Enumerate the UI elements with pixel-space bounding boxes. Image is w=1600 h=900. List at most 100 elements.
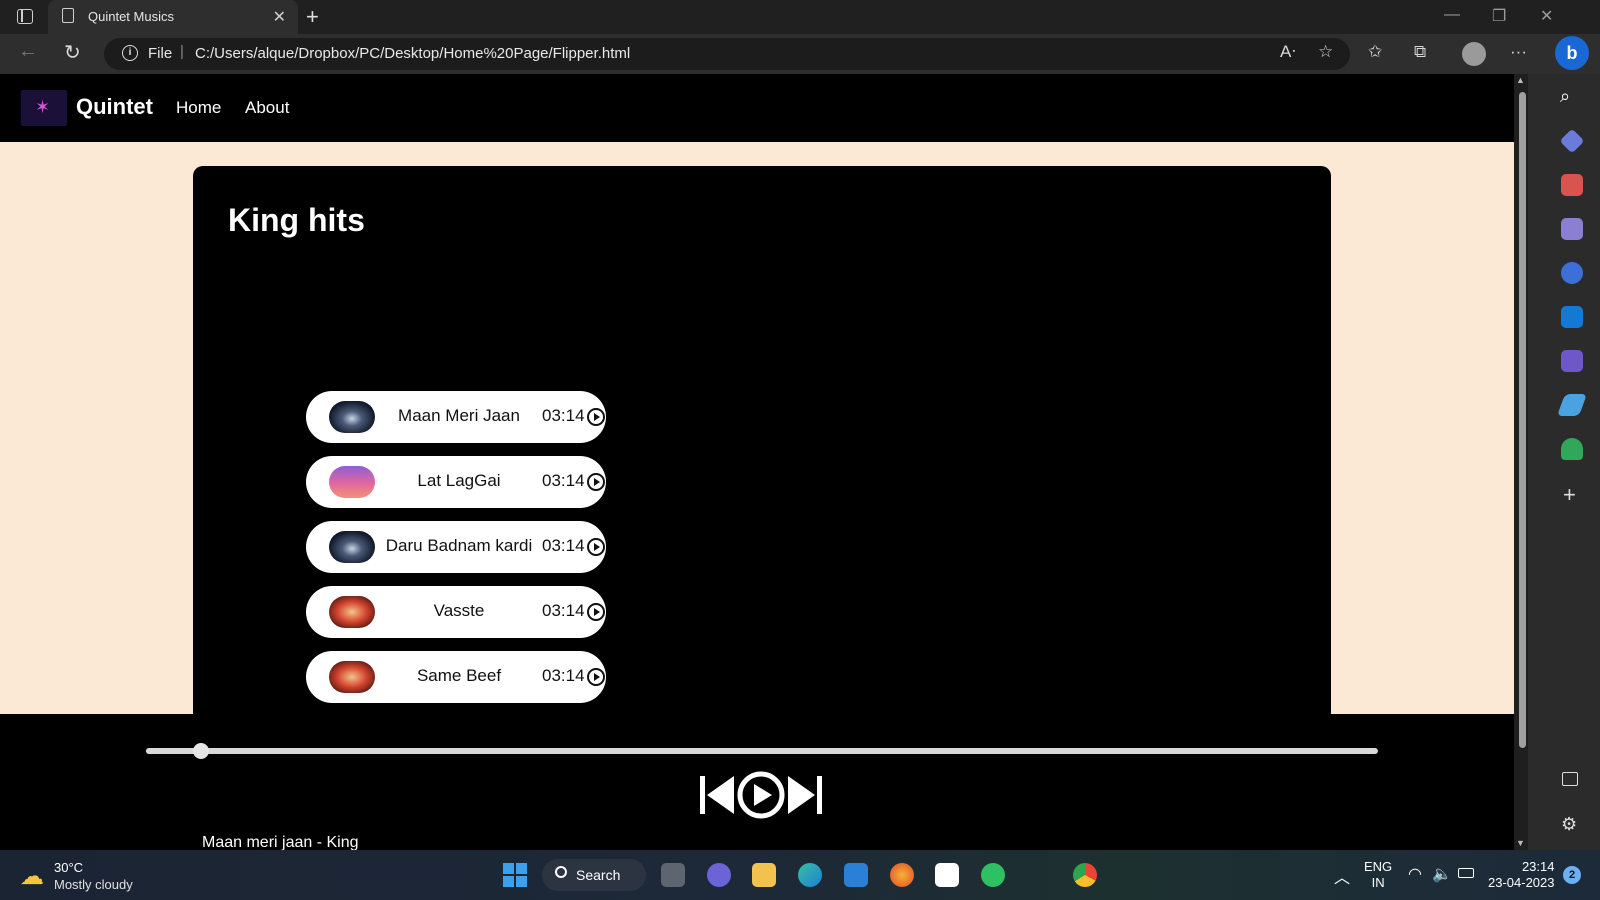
song-name: Vasste: [433, 601, 485, 620]
office-icon[interactable]: [1561, 262, 1583, 284]
song-item[interactable]: Daru Badnam kardi 03:14: [306, 521, 606, 573]
file-explorer-icon[interactable]: [752, 863, 776, 887]
play-circle-icon[interactable]: [587, 538, 605, 556]
language-code: ENG: [1364, 859, 1393, 874]
games-icon[interactable]: [1561, 218, 1583, 240]
amazon-icon[interactable]: [935, 863, 959, 887]
nav-about[interactable]: About: [245, 98, 289, 118]
scroll-down-icon[interactable]: ▼: [1516, 838, 1525, 848]
logo-icon[interactable]: [21, 90, 67, 126]
designer-icon[interactable]: [1561, 350, 1583, 372]
more-options-icon[interactable]: ···: [1510, 42, 1527, 62]
task-view-icon[interactable]: [661, 863, 685, 887]
new-tab-icon[interactable]: +: [306, 4, 319, 30]
scrollbar-thumb[interactable]: [1519, 92, 1526, 748]
refresh-icon[interactable]: ↻: [64, 40, 81, 65]
weather-cloud-icon[interactable]: ☁: [20, 862, 44, 891]
site-info-icon[interactable]: i: [122, 45, 138, 61]
taskbar-search[interactable]: Search: [542, 859, 646, 891]
url-text[interactable]: C:/Users/alque/Dropbox/PC/Desktop/Home%2…: [195, 45, 630, 62]
browser-tab[interactable]: Quintet Musics ✕: [48, 0, 298, 34]
profile-avatar[interactable]: [1462, 42, 1486, 66]
input-language[interactable]: ENG IN: [1364, 859, 1392, 891]
play-circle-icon[interactable]: [587, 408, 605, 426]
play-circle-icon[interactable]: [587, 473, 605, 491]
previous-icon[interactable]: [700, 776, 734, 814]
brand-name[interactable]: Quintet: [76, 94, 153, 120]
web-page: Quintet Home About King hits Maan Meri J…: [0, 74, 1514, 850]
song-item[interactable]: Lat LagGai 03:14: [306, 456, 606, 508]
minimize-icon[interactable]: —: [1444, 6, 1460, 24]
favorites-icon[interactable]: ✩: [1368, 42, 1382, 62]
start-icon[interactable]: [503, 863, 527, 887]
tab-title: Quintet Musics: [88, 9, 174, 24]
chrome-icon[interactable]: [1073, 863, 1097, 887]
edge-icon[interactable]: [798, 863, 822, 887]
outlook-icon[interactable]: [1561, 306, 1583, 328]
whatsapp-icon[interactable]: [981, 863, 1005, 887]
song-duration: 03:14: [542, 601, 585, 620]
tree-icon[interactable]: [1561, 438, 1583, 460]
system-clock[interactable]: 23:14 23-04-2023: [1488, 859, 1555, 891]
address-bar[interactable]: i File | C:/Users/alque/Dropbox/PC/Deskt…: [104, 38, 1350, 70]
weather-description[interactable]: Mostly cloudy: [54, 877, 133, 892]
play-circle-icon[interactable]: [587, 603, 605, 621]
firefox-icon[interactable]: [890, 863, 914, 887]
song-duration: 03:14: [542, 536, 585, 555]
song-item[interactable]: Vasste 03:14: [306, 586, 606, 638]
store-icon[interactable]: [844, 863, 868, 887]
nav-home[interactable]: Home: [176, 98, 221, 118]
song-thumbnail: [329, 596, 375, 628]
sidebar-settings-icon[interactable]: ⚙: [1561, 814, 1577, 835]
restore-icon[interactable]: ❐: [1492, 6, 1506, 26]
tab-actions-icon[interactable]: [17, 9, 33, 24]
teams-chat-icon[interactable]: [707, 863, 731, 887]
site-navbar: Quintet Home About: [0, 74, 1514, 142]
collections-icon[interactable]: ⧉: [1414, 42, 1426, 62]
song-name: Lat LagGai: [417, 471, 501, 490]
search-icon: [555, 866, 567, 878]
song-item[interactable]: Same Beef 03:14: [306, 651, 606, 703]
play-circle-icon[interactable]: [587, 668, 605, 686]
back-icon[interactable]: ←: [18, 40, 38, 63]
song-duration: 03:14: [542, 666, 585, 685]
song-thumbnail: [329, 661, 375, 693]
show-hidden-icons-icon[interactable]: ︿: [1334, 864, 1350, 888]
close-window-icon[interactable]: ✕: [1540, 6, 1553, 26]
bing-icon[interactable]: b: [1555, 36, 1589, 70]
scroll-up-icon[interactable]: ▲: [1516, 75, 1525, 85]
hide-sidebar-icon[interactable]: [1562, 772, 1578, 786]
songs-card: King hits Maan Meri Jaan 03:14 Lat LagGa…: [193, 166, 1331, 726]
taskbar: ☁ 30°C Mostly cloudy Search ︿ ENG IN ◠ 🔈…: [0, 850, 1600, 900]
song-thumbnail: [329, 466, 375, 498]
progress-track[interactable]: [146, 743, 1378, 759]
song-thumbnail: [329, 401, 375, 433]
add-favorite-icon[interactable]: ☆: [1318, 42, 1333, 62]
now-playing-text: Maan meri jaan - King: [202, 834, 359, 850]
url-separator: |: [180, 43, 184, 60]
read-aloud-icon[interactable]: Aᐧ: [1280, 42, 1296, 62]
tools-icon[interactable]: [1561, 174, 1583, 196]
weather-temperature[interactable]: 30°C: [54, 860, 83, 875]
page-icon: [62, 8, 74, 23]
song-duration: 03:14: [542, 406, 585, 425]
wifi-icon[interactable]: ◠: [1408, 864, 1422, 884]
song-thumbnail: [329, 531, 375, 563]
song-name: Daru Badnam kardi: [385, 536, 533, 555]
notification-badge[interactable]: 2: [1563, 866, 1581, 884]
battery-icon[interactable]: [1458, 868, 1474, 878]
url-scheme: File: [148, 45, 173, 62]
card-title: King hits: [228, 202, 365, 238]
sidebar-search-icon[interactable]: ⌕: [1560, 86, 1570, 107]
tab-close-icon[interactable]: ✕: [273, 7, 286, 27]
song-name: Same Beef: [416, 666, 502, 685]
song-item[interactable]: Maan Meri Jaan 03:14: [306, 391, 606, 443]
next-icon[interactable]: [788, 776, 822, 814]
volume-icon[interactable]: 🔈: [1432, 864, 1452, 884]
search-label: Search: [576, 867, 621, 883]
clock-date: 23-04-2023: [1488, 875, 1555, 890]
music-player-bar: Maan meri jaan - King: [0, 714, 1514, 850]
add-sidebar-app-icon[interactable]: +: [1563, 482, 1576, 508]
progress-knob[interactable]: [193, 743, 210, 759]
play-icon[interactable]: [737, 771, 785, 819]
